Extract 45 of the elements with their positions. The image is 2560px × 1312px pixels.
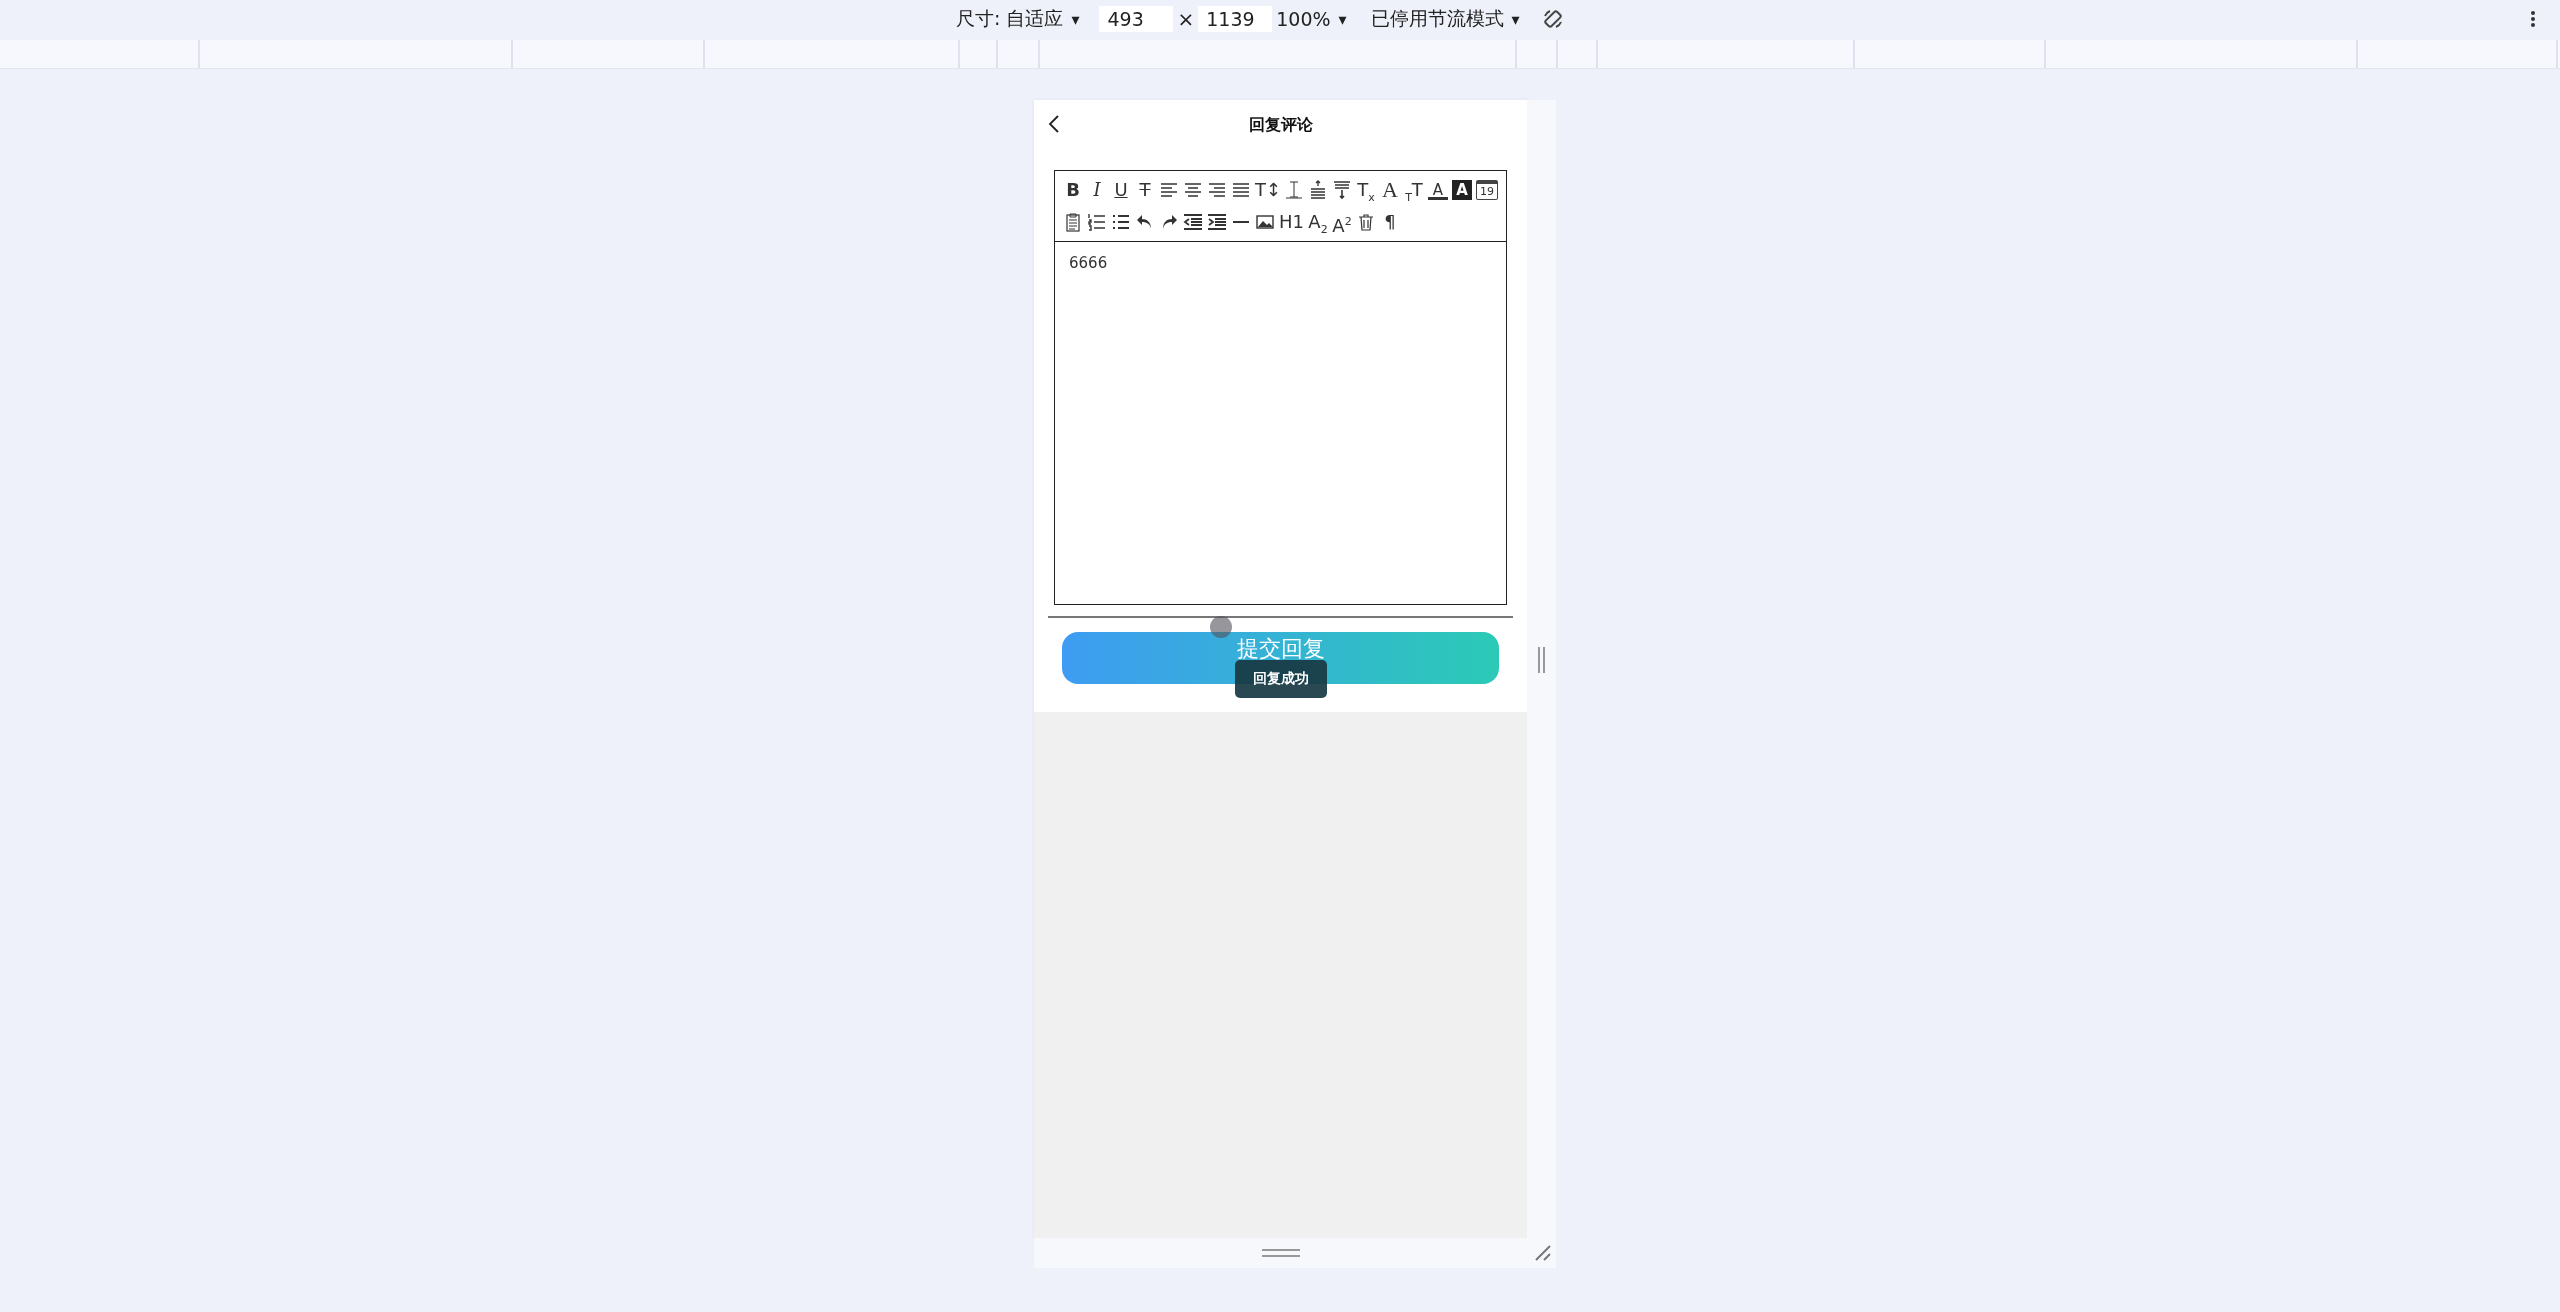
trash-icon[interactable]: [1356, 212, 1376, 232]
throttling-dropdown[interactable]: 已停用节流模式 ▾: [1366, 6, 1524, 32]
format-button[interactable]: T↕: [1255, 178, 1280, 202]
resize-handle[interactable]: [1537, 646, 1546, 674]
toast-message: 回复成功: [1235, 660, 1327, 698]
bold-button[interactable]: B: [1063, 178, 1083, 202]
corner-resize-icon[interactable]: [1534, 1244, 1552, 1262]
zoom-dropdown[interactable]: 100% ▾: [1272, 8, 1351, 30]
editor-text[interactable]: 6666: [1055, 242, 1506, 604]
format-button[interactable]: T$_{x}$: [1356, 178, 1376, 202]
spacing-down-icon[interactable]: [1332, 180, 1352, 200]
outdent-icon[interactable]: [1183, 212, 1203, 232]
spacing-up-icon[interactable]: [1308, 180, 1328, 200]
ordered-list-icon[interactable]: [1087, 212, 1107, 232]
format-button[interactable]: A$_{2}$: [1308, 210, 1328, 234]
align-center-icon[interactable]: [1183, 180, 1203, 200]
line-height-icon[interactable]: [1284, 180, 1304, 200]
font-color-button[interactable]: A: [1428, 180, 1448, 200]
calendar-icon[interactable]: 19: [1476, 180, 1498, 200]
align-left-icon[interactable]: [1159, 180, 1179, 200]
page-title: 回复评论: [1248, 114, 1313, 136]
back-icon[interactable]: [1048, 114, 1060, 134]
bullet-list-icon[interactable]: [1111, 212, 1131, 232]
underline-button[interactable]: U: [1111, 178, 1131, 202]
times-label: ×: [1177, 7, 1195, 31]
dimensions-dropdown[interactable]: 尺寸: 自适应 ▾: [952, 6, 1084, 32]
more-icon[interactable]: [2530, 10, 2536, 28]
format-button[interactable]: H1: [1279, 210, 1304, 234]
image-icon[interactable]: [1255, 212, 1275, 232]
clipboard-icon[interactable]: [1063, 212, 1083, 232]
justify-icon[interactable]: [1231, 180, 1251, 200]
indent-icon[interactable]: [1207, 212, 1227, 232]
format-button[interactable]: A$^{2}$: [1332, 210, 1352, 234]
align-right-icon[interactable]: [1207, 180, 1227, 200]
resize-handle[interactable]: [1260, 1248, 1301, 1258]
height-field[interactable]: 1139: [1198, 6, 1273, 32]
format-button[interactable]: $_{T}$T: [1404, 178, 1424, 202]
italic-button[interactable]: I: [1087, 178, 1107, 202]
format-button[interactable]: ¶: [1380, 210, 1400, 234]
background-color-button[interactable]: A: [1452, 180, 1472, 200]
strikethrough-button[interactable]: T: [1135, 178, 1155, 202]
font-button[interactable]: A: [1380, 178, 1400, 202]
rotate-icon[interactable]: [1541, 8, 1564, 30]
width-field[interactable]: 493: [1099, 6, 1174, 32]
touch-indicator: [1210, 616, 1232, 638]
